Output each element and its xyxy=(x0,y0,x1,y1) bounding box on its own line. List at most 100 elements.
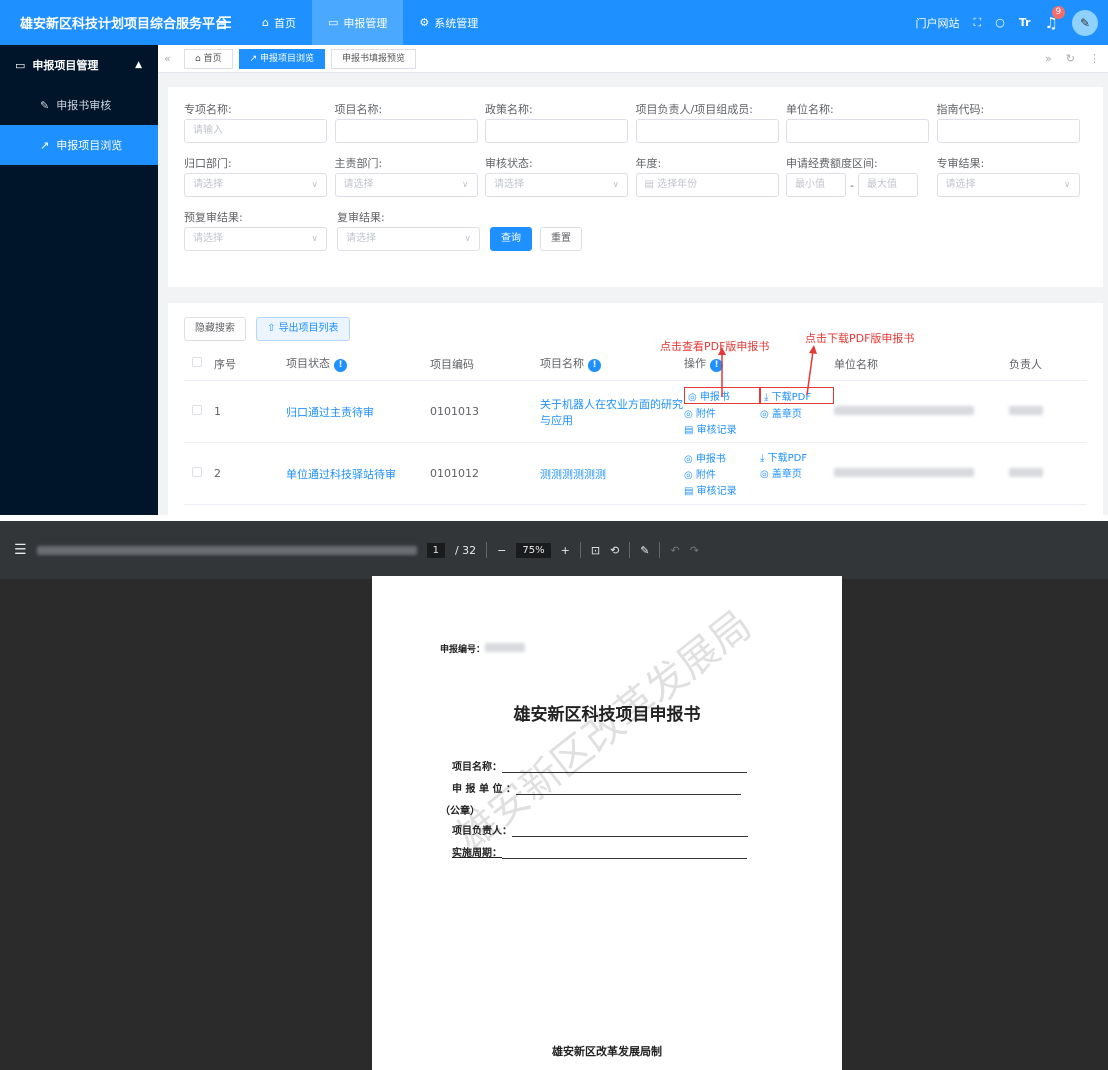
application-number: 申报编号： xyxy=(440,642,526,655)
notification-bell-icon[interactable]: ♫ 9 xyxy=(1045,5,1066,32)
font-size-icon[interactable]: Tr xyxy=(1019,16,1031,29)
chevron-down-icon: ∨ xyxy=(311,234,318,244)
row-checkbox[interactable] xyxy=(192,467,202,477)
rotate-icon[interactable]: ⟲ xyxy=(610,544,619,557)
tab-label: 申报书填报预览 xyxy=(342,53,406,64)
menu-icon[interactable]: ☰ xyxy=(210,13,240,32)
sidebar-item-browse[interactable]: ↗ 申报项目浏览 xyxy=(0,125,158,165)
year-picker[interactable]: ▤ 选择年份 xyxy=(635,173,779,197)
hide-search-button[interactable]: 隐藏搜索 xyxy=(184,317,246,341)
main-department-select[interactable]: 请选择 ∨ xyxy=(334,173,478,197)
tabs-scroll-right-icon[interactable]: » xyxy=(1045,52,1052,65)
more-icon[interactable]: ⋮ xyxy=(1089,52,1100,65)
review-records-button[interactable]: ▤ 审核记录 xyxy=(684,482,760,497)
view-application-button[interactable]: ◎ 申报书 xyxy=(684,450,760,465)
row-status[interactable]: 单位通过科技驿站待审 xyxy=(286,466,430,482)
sidebar-group-project-management[interactable]: ▭ 申报项目管理 ▲ xyxy=(0,45,158,85)
tabs-bar: « ⌂ 首页 ↗ 申报项目浏览 申报书填报预览 » ↻ ⋮ xyxy=(158,45,1108,73)
select-all-checkbox[interactable] xyxy=(192,357,202,367)
op-label: 申报书 xyxy=(695,454,726,465)
sidebar-item-review[interactable]: ✎ 申报书审核 xyxy=(0,85,158,125)
field-project-name: 项目名称： xyxy=(452,758,747,773)
main-content: « ⌂ 首页 ↗ 申报项目浏览 申报书填报预览 » ↻ ⋮ 专项名称: 请输入 项目名… xyxy=(158,45,1108,515)
nav-system-label: 系统管理 xyxy=(434,16,479,30)
nav-application-label: 申报管理 xyxy=(343,16,388,30)
undo-icon[interactable]: ↶ xyxy=(670,544,679,557)
pre-review-select[interactable]: 请选择 ∨ xyxy=(184,227,327,251)
fullscreen-icon[interactable]: ⛶ xyxy=(974,16,982,30)
zoom-level[interactable]: 75% xyxy=(516,542,551,558)
seal-page-button[interactable]: ◎ 盖章页 xyxy=(760,405,834,420)
tab-preview[interactable]: 申报书填报预览 xyxy=(331,48,417,69)
special-name-input[interactable]: 请输入 xyxy=(184,119,327,143)
nav-home[interactable]: ⌂ 首页 xyxy=(246,0,312,45)
filter-label: 主责部门: xyxy=(334,157,383,170)
portal-link[interactable]: 门户网站 xyxy=(916,15,960,31)
redacted-number xyxy=(485,643,526,652)
policy-name-input[interactable] xyxy=(485,119,628,143)
divider xyxy=(659,542,661,558)
row-name[interactable]: 关于机器人在农业方面的研究与应用 xyxy=(540,396,684,428)
search-icon[interactable]: ○ xyxy=(995,16,1005,29)
nav-system-management[interactable]: ⚙ 系统管理 xyxy=(403,0,494,45)
filter-label: 项目负责人/项目组成员: xyxy=(635,103,753,116)
sidebar-group-label: 申报项目管理 xyxy=(32,59,99,72)
row-status[interactable]: 归口通过主责待审 xyxy=(286,404,430,420)
annotation-download-pdf: 点击下载PDF版申报书 xyxy=(805,332,915,345)
annotate-icon[interactable]: ✎ xyxy=(640,544,649,557)
budget-max-input[interactable]: 最大值 xyxy=(857,173,918,197)
re-review-select[interactable]: 请选择 ∨ xyxy=(337,227,480,251)
review-status-select[interactable]: 请选择 ∨ xyxy=(485,173,628,197)
seal-page-button[interactable]: ◎ 盖章页 xyxy=(760,465,834,480)
redo-icon[interactable]: ↷ xyxy=(690,544,699,557)
filter-label: 专项名称: xyxy=(184,103,232,116)
zoom-out-icon[interactable]: − xyxy=(497,544,506,557)
info-icon[interactable]: ! xyxy=(588,359,601,372)
header-code: 项目编码 xyxy=(430,357,474,371)
select-placeholder: 请选择 xyxy=(343,179,374,190)
fit-page-icon[interactable]: ⊡ xyxy=(591,544,600,557)
sidebar-item-label: 申报项目浏览 xyxy=(56,139,123,152)
nav-home-label: 首页 xyxy=(273,16,296,30)
special-review-select[interactable]: 请选择 ∨ xyxy=(936,173,1080,197)
project-leader-input[interactable] xyxy=(635,119,779,143)
export-button[interactable]: ⇧ 导出项目列表 xyxy=(256,317,350,341)
row-name[interactable]: 测测测测测测 xyxy=(540,466,684,482)
budget-min-input[interactable]: 最小值 xyxy=(786,173,846,197)
divider xyxy=(579,542,581,558)
select-placeholder: 请选择 xyxy=(193,179,223,190)
filter-label: 指南代码: xyxy=(936,103,985,116)
arrowhead-download xyxy=(809,345,817,354)
zoom-in-icon[interactable]: + xyxy=(561,544,570,557)
attachment-button[interactable]: ◎ 附件 xyxy=(684,405,760,420)
tabs-scroll-left-icon[interactable]: « xyxy=(164,52,178,65)
avatar[interactable]: ✎ xyxy=(1072,9,1098,36)
reset-button[interactable]: 重置 xyxy=(540,227,582,251)
menu-icon[interactable]: ☰ xyxy=(14,542,27,558)
redacted-unit xyxy=(834,468,974,477)
page-total: / 32 xyxy=(454,543,477,557)
nav-application-management[interactable]: ▭ 申报管理 xyxy=(311,0,404,45)
review-records-button[interactable]: ▤ 审核记录 xyxy=(684,421,760,436)
app-title: 雄安新区科技计划项目综合服务平台 xyxy=(20,17,229,32)
annotation-arrows xyxy=(718,345,817,397)
filter-label: 项目名称: xyxy=(334,103,383,116)
download-pdf-button[interactable]: ⤓ 下载PDF xyxy=(760,449,834,464)
attachment-button[interactable]: ◎ 附件 xyxy=(684,466,760,481)
info-icon[interactable]: ! xyxy=(334,359,347,372)
tab-project-browse[interactable]: ↗ 申报项目浏览 xyxy=(238,48,326,69)
project-name-input[interactable] xyxy=(334,119,478,143)
query-button[interactable]: 查询 xyxy=(490,227,532,251)
page-input[interactable]: 1 xyxy=(426,542,445,558)
filter-label: 复审结果: xyxy=(337,211,385,224)
refresh-icon[interactable]: ↻ xyxy=(1066,52,1075,65)
unit-name-input[interactable] xyxy=(786,119,929,143)
guide-code-input[interactable] xyxy=(936,119,1080,143)
field-line xyxy=(515,785,741,795)
row-checkbox[interactable] xyxy=(192,405,202,415)
department-select[interactable]: 请选择 ∨ xyxy=(184,173,327,197)
top-nav: ⌂ 首页 ▭ 申报管理 ⚙ 系统管理 xyxy=(246,0,494,45)
tab-home[interactable]: ⌂ 首页 xyxy=(184,48,233,69)
chevron-down-icon: ∨ xyxy=(311,180,318,190)
row-code: 0101013 xyxy=(430,405,479,418)
